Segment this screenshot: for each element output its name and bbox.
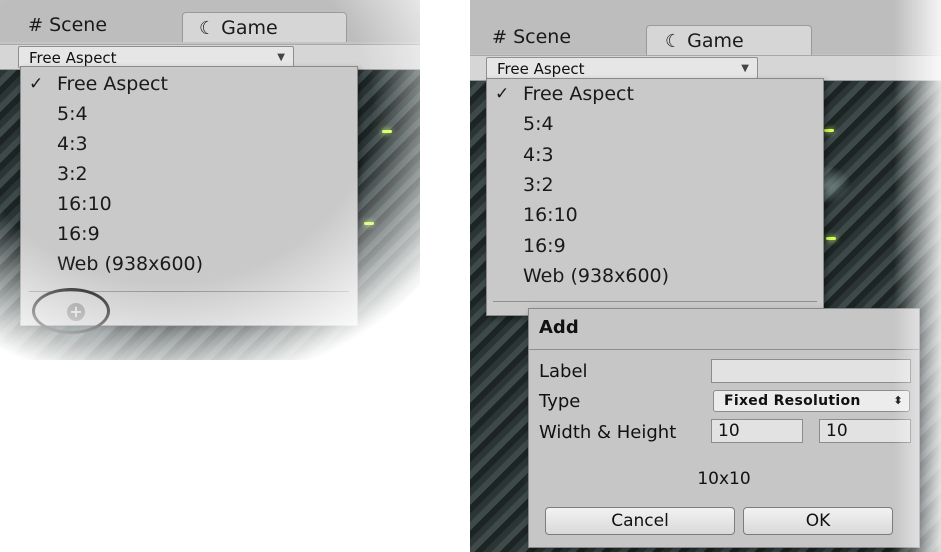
menu-item-label: 16:9	[523, 235, 566, 257]
tab-scene[interactable]: # Scene	[492, 22, 571, 52]
menu-item-4-3[interactable]: 4:3	[487, 140, 823, 170]
menu-item-label: Free Aspect	[523, 83, 634, 105]
menu-item-16-9[interactable]: 16:9	[21, 219, 357, 249]
tab-scene-label: Scene	[49, 14, 108, 36]
checkmark-icon: ✓	[495, 84, 510, 104]
aspect-dropdown-value: Free Aspect	[29, 49, 117, 67]
menu-item-3-2[interactable]: 3:2	[487, 170, 823, 200]
tab-game-label: Game	[687, 30, 744, 52]
right-game-view-panel: # Scene ☾ Game Free Aspect ▼ ✓ Free Aspect…	[470, 0, 941, 552]
menu-item-16-10[interactable]: 16:10	[21, 189, 357, 219]
triangle-down-icon: ▼	[741, 63, 749, 74]
width-input[interactable]: 10	[711, 419, 803, 443]
menu-item-4-3[interactable]: 4:3	[21, 129, 357, 159]
label-field-label: Label	[539, 361, 588, 382]
scene-light	[826, 237, 836, 240]
menu-item-label: 5:4	[57, 103, 88, 125]
checkmark-icon: ✓	[29, 74, 44, 94]
updown-arrow-icon: ⬍	[893, 394, 903, 407]
menu-item-label: 5:4	[523, 113, 554, 135]
menu-item-label: 16:10	[523, 204, 578, 226]
tab-scene-label: Scene	[513, 26, 572, 48]
menu-item-5-4[interactable]: 5:4	[487, 109, 823, 139]
menu-item-free-aspect[interactable]: ✓ Free Aspect	[487, 79, 823, 109]
tab-game-label: Game	[221, 17, 278, 39]
menu-item-16-10[interactable]: 16:10	[487, 200, 823, 230]
cancel-button[interactable]: Cancel	[545, 507, 735, 535]
highlight-ring	[32, 288, 110, 334]
type-dropdown[interactable]: Fixed Resolution ⬍	[713, 390, 910, 412]
add-resolution-popup: Add Label Type Fixed Resolution ⬍ Width …	[528, 308, 920, 548]
menu-item-label: 3:2	[57, 163, 88, 185]
aspect-dropdown[interactable]: Free Aspect ▼	[18, 46, 294, 68]
tab-game[interactable]: ☾ Game	[182, 12, 347, 42]
size-readout: 10x10	[697, 469, 751, 489]
menu-item-web[interactable]: Web (938x600)	[21, 249, 357, 279]
tab-strip: # Scene ☾ Game	[470, 0, 941, 55]
tab-game[interactable]: ☾ Game	[646, 25, 812, 55]
menu-item-3-2[interactable]: 3:2	[21, 159, 357, 189]
pacman-icon: ☾	[199, 18, 216, 39]
type-dropdown-value: Fixed Resolution	[724, 393, 861, 409]
aspect-dropdown[interactable]: Free Aspect ▼	[486, 57, 758, 79]
menu-separator	[493, 301, 817, 302]
scene-light	[824, 129, 834, 132]
aspect-menu: ✓ Free Aspect 5:4 4:3 3:2 16:10 16:9 Web…	[486, 78, 824, 316]
menu-item-free-aspect[interactable]: ✓ Free Aspect	[21, 69, 357, 99]
left-game-view-panel: # Scene ☾ Game Free Aspect ▼ ✓ Free Aspect…	[0, 0, 420, 360]
aspect-menu: ✓ Free Aspect 5:4 4:3 3:2 16:10 16:9 Web…	[20, 66, 358, 326]
aspect-dropdown-value: Free Aspect	[497, 60, 585, 78]
menu-item-label: 3:2	[523, 174, 554, 196]
menu-item-label: Web (938x600)	[57, 253, 204, 275]
menu-item-web[interactable]: Web (938x600)	[487, 261, 823, 291]
menu-item-label: Free Aspect	[57, 73, 168, 95]
popup-title-separator	[529, 349, 919, 350]
height-input[interactable]: 10	[819, 419, 911, 443]
menu-item-label: Web (938x600)	[523, 265, 670, 287]
size-field-label: Width & Height	[539, 422, 677, 443]
pacman-icon: ☾	[665, 31, 682, 52]
scene-light	[364, 222, 374, 225]
ok-button[interactable]: OK	[743, 507, 893, 535]
tab-strip: # Scene ☾ Game	[0, 0, 420, 42]
type-field-label: Type	[539, 391, 581, 412]
menu-item-16-9[interactable]: 16:9	[487, 231, 823, 261]
menu-item-5-4[interactable]: 5:4	[21, 99, 357, 129]
menu-item-label: 4:3	[57, 133, 88, 155]
menu-item-label: 16:9	[57, 223, 100, 245]
menu-item-label: 4:3	[523, 144, 554, 166]
scene-light	[382, 130, 392, 133]
popup-title: Add	[539, 317, 579, 338]
hash-icon: #	[492, 27, 508, 48]
hash-icon: #	[28, 15, 44, 36]
menu-item-label: 16:10	[57, 193, 112, 215]
label-input[interactable]	[711, 359, 911, 383]
tab-scene[interactable]: # Scene	[28, 10, 107, 40]
